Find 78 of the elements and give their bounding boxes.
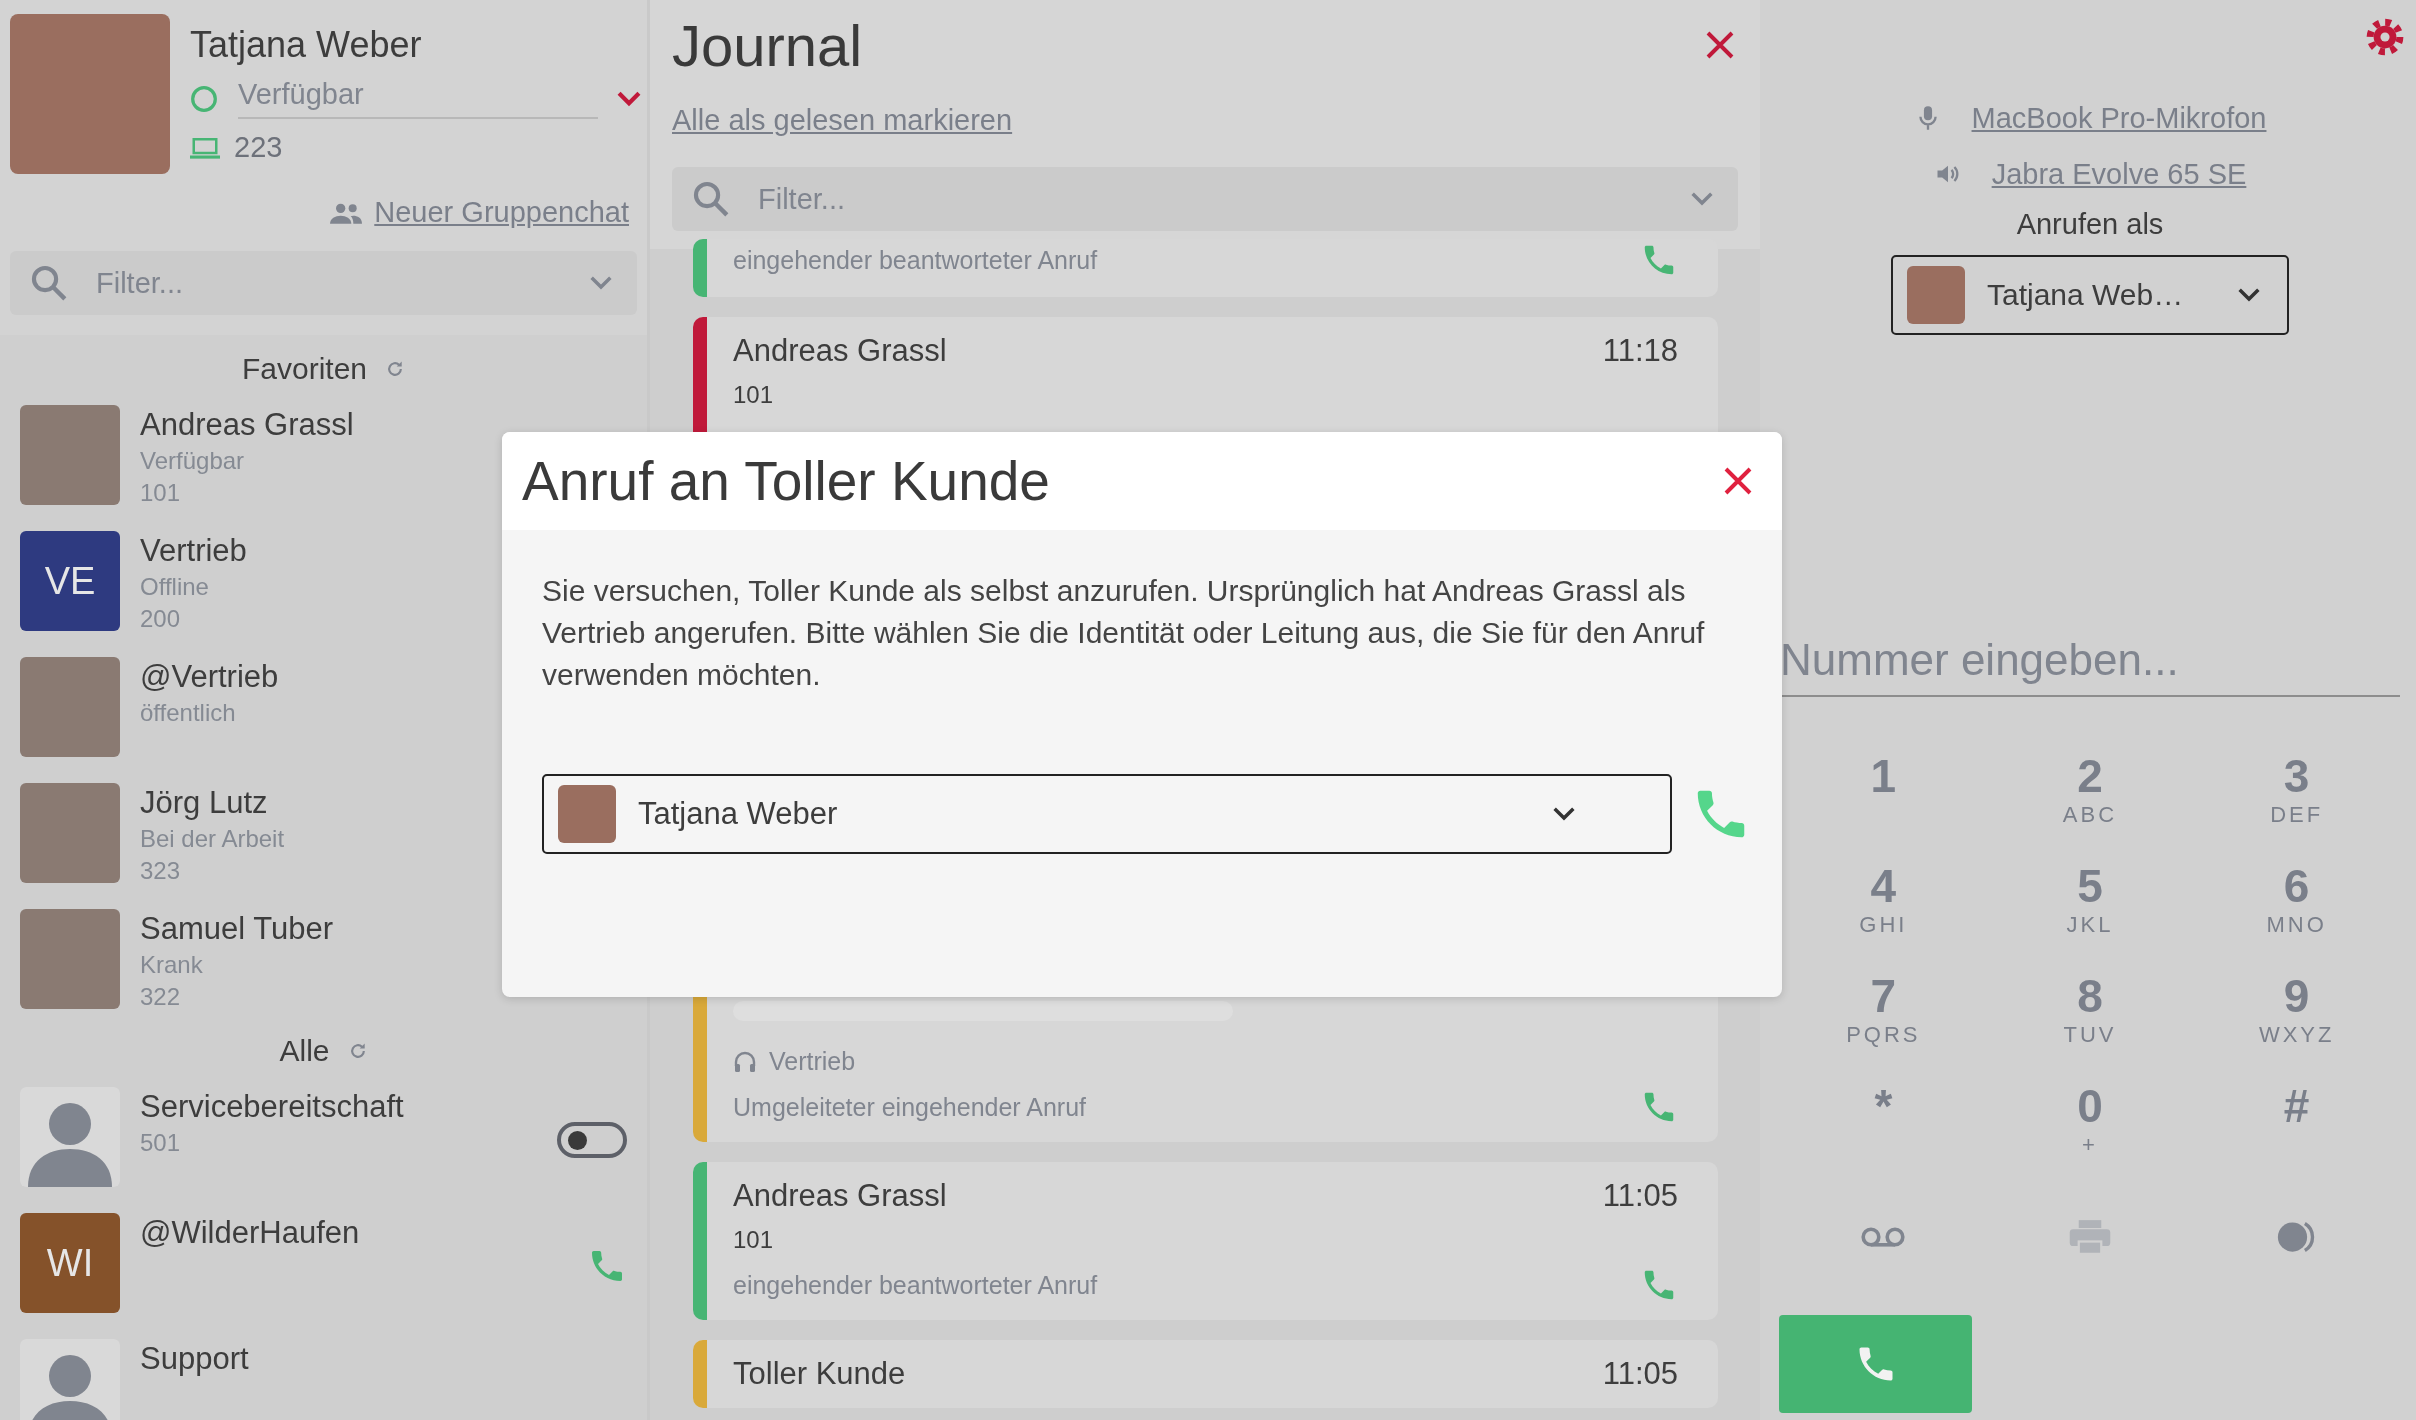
contact-name: @Vertrieb bbox=[140, 659, 279, 695]
keypad-key[interactable]: 1 bbox=[1780, 751, 1987, 861]
contact-extension: 501 bbox=[140, 1129, 182, 1157]
caller-name: Toller Kunde bbox=[733, 1356, 906, 1392]
call-time: 11:05 bbox=[1602, 1178, 1678, 1214]
contact-status: Krank bbox=[140, 951, 204, 979]
caller-name: Andreas Grassl bbox=[733, 1178, 947, 1214]
keypad-key[interactable]: # bbox=[2193, 1081, 2400, 1191]
user-name: Tatjana Weber bbox=[190, 24, 423, 66]
contact-name: Andreas Grassl bbox=[140, 407, 354, 443]
keypad-key[interactable]: 5 JKL bbox=[1986, 861, 2194, 971]
initials-avatar: VE bbox=[20, 531, 120, 631]
caller-number: 101 bbox=[733, 381, 775, 409]
contact-name: Support bbox=[140, 1341, 249, 1377]
contact-status: Offline bbox=[140, 573, 210, 601]
settings-icon[interactable] bbox=[2364, 16, 2406, 58]
contact-name: Jörg Lutz bbox=[140, 785, 269, 821]
contact-status: Bei der Arbeit bbox=[140, 825, 285, 853]
filter-input[interactable]: Filter... bbox=[94, 265, 559, 301]
dialog-title: Anruf an Toller Kunde bbox=[522, 449, 1050, 513]
keypad-key[interactable]: 9 WXYZ bbox=[2193, 971, 2400, 1081]
speaker-link[interactable]: Jabra Evolve 65 SE bbox=[1991, 157, 2247, 191]
call-time: 11:18 bbox=[1602, 333, 1678, 369]
search-icon bbox=[30, 264, 68, 302]
photo-placeholder bbox=[1907, 266, 1965, 324]
keypad-key[interactable]: 7 PQRS bbox=[1780, 971, 1987, 1081]
contact-status: Verfügbar bbox=[140, 447, 246, 475]
keypad-key[interactable]: 6 MNO bbox=[2193, 861, 2400, 971]
filter-input[interactable]: Filter... bbox=[756, 181, 1660, 217]
call-as-dropdown[interactable]: Tatjana Web… bbox=[1891, 255, 2289, 335]
microphone-link[interactable]: MacBook Pro-Mikrofon bbox=[1971, 101, 2267, 135]
identity-dropdown[interactable]: Tatjana Weber bbox=[542, 774, 1672, 854]
contact-extension: 101 bbox=[140, 479, 182, 507]
toggle-switch[interactable] bbox=[557, 1122, 627, 1158]
search-icon bbox=[692, 180, 730, 218]
call-as-label: Anrufen als bbox=[2016, 208, 2164, 241]
contact-extension: 323 bbox=[140, 857, 182, 885]
section-title: Favoriten bbox=[241, 352, 368, 386]
filter-bar[interactable]: Filter... bbox=[672, 167, 1738, 231]
dialog-message: Sie versuchen, Toller Kunde als selbst anzurufen. Ursprünglich hat Andreas Grassl als Vertrieb angerufen. Bitte wählen Sie die Identität oder Leitung aus, die Sie für den Anruf verwenden möchten. bbox=[542, 573, 1706, 693]
contact-name: Samuel Tuber bbox=[140, 911, 333, 947]
journal-entry-card[interactable]: Toller Kunde 11:05 bbox=[693, 1340, 1718, 1408]
section-title: Alle bbox=[279, 1034, 330, 1068]
mark-all-read-link[interactable]: Alle als gelesen markieren bbox=[672, 104, 1013, 137]
headset-icon bbox=[733, 1049, 757, 1074]
keypad-key[interactable]: 8 TUV bbox=[1986, 971, 2194, 1081]
photo-placeholder bbox=[558, 785, 616, 843]
call-line: Vertrieb bbox=[769, 1047, 856, 1076]
call-description: eingehender beantworteter Anruf bbox=[733, 1270, 1098, 1300]
filter-bar[interactable]: Filter... bbox=[10, 251, 637, 315]
keypad-key[interactable]: 2 ABC bbox=[1986, 751, 2194, 861]
keypad-key[interactable]: 3 DEF bbox=[2193, 751, 2400, 861]
new-group-chat-link[interactable]: Neuer Gruppenchat bbox=[374, 196, 629, 229]
presence-ring-icon bbox=[190, 84, 218, 113]
keypad-key[interactable]: * bbox=[1780, 1081, 1987, 1191]
status-dropdown[interactable]: Verfügbar bbox=[238, 78, 598, 119]
number-input[interactable]: Nummer eingeben... bbox=[1780, 635, 2400, 697]
contact-extension: 322 bbox=[140, 983, 182, 1011]
call-description: Umgeleiteter eingehender Anruf bbox=[733, 1092, 1086, 1122]
contact-name: @WilderHaufen bbox=[140, 1215, 360, 1251]
journal-entry-card[interactable]: eingehender beantworteter Anruf bbox=[693, 239, 1718, 297]
contact-status: öffentlich bbox=[140, 699, 237, 727]
journal-entry-card[interactable]: Andreas Grassl 11:05 101 eingehender beantworteter Anruf bbox=[693, 1162, 1718, 1320]
caller-number: 101 bbox=[733, 1226, 775, 1254]
contact-name: Vertrieb bbox=[140, 533, 247, 569]
people-icon bbox=[330, 201, 363, 224]
person-silhouette-icon bbox=[20, 1087, 120, 1187]
caller-name: Andreas Grassl bbox=[733, 333, 947, 369]
keypad-key[interactable]: 4 GHI bbox=[1780, 861, 1987, 971]
initials-avatar: WI bbox=[20, 1213, 120, 1313]
contact-extension: 200 bbox=[140, 605, 182, 633]
call-description: eingehender beantworteter Anruf bbox=[733, 245, 1098, 275]
keypad-key[interactable]: 0 + bbox=[1986, 1081, 2194, 1191]
call-time: 11:05 bbox=[1602, 1356, 1678, 1392]
journal-title: Journal bbox=[672, 11, 863, 79]
contact-name: Servicebereitschaft bbox=[140, 1089, 404, 1125]
call-button[interactable] bbox=[1779, 1315, 1972, 1413]
user-extension: 223 bbox=[234, 131, 283, 164]
